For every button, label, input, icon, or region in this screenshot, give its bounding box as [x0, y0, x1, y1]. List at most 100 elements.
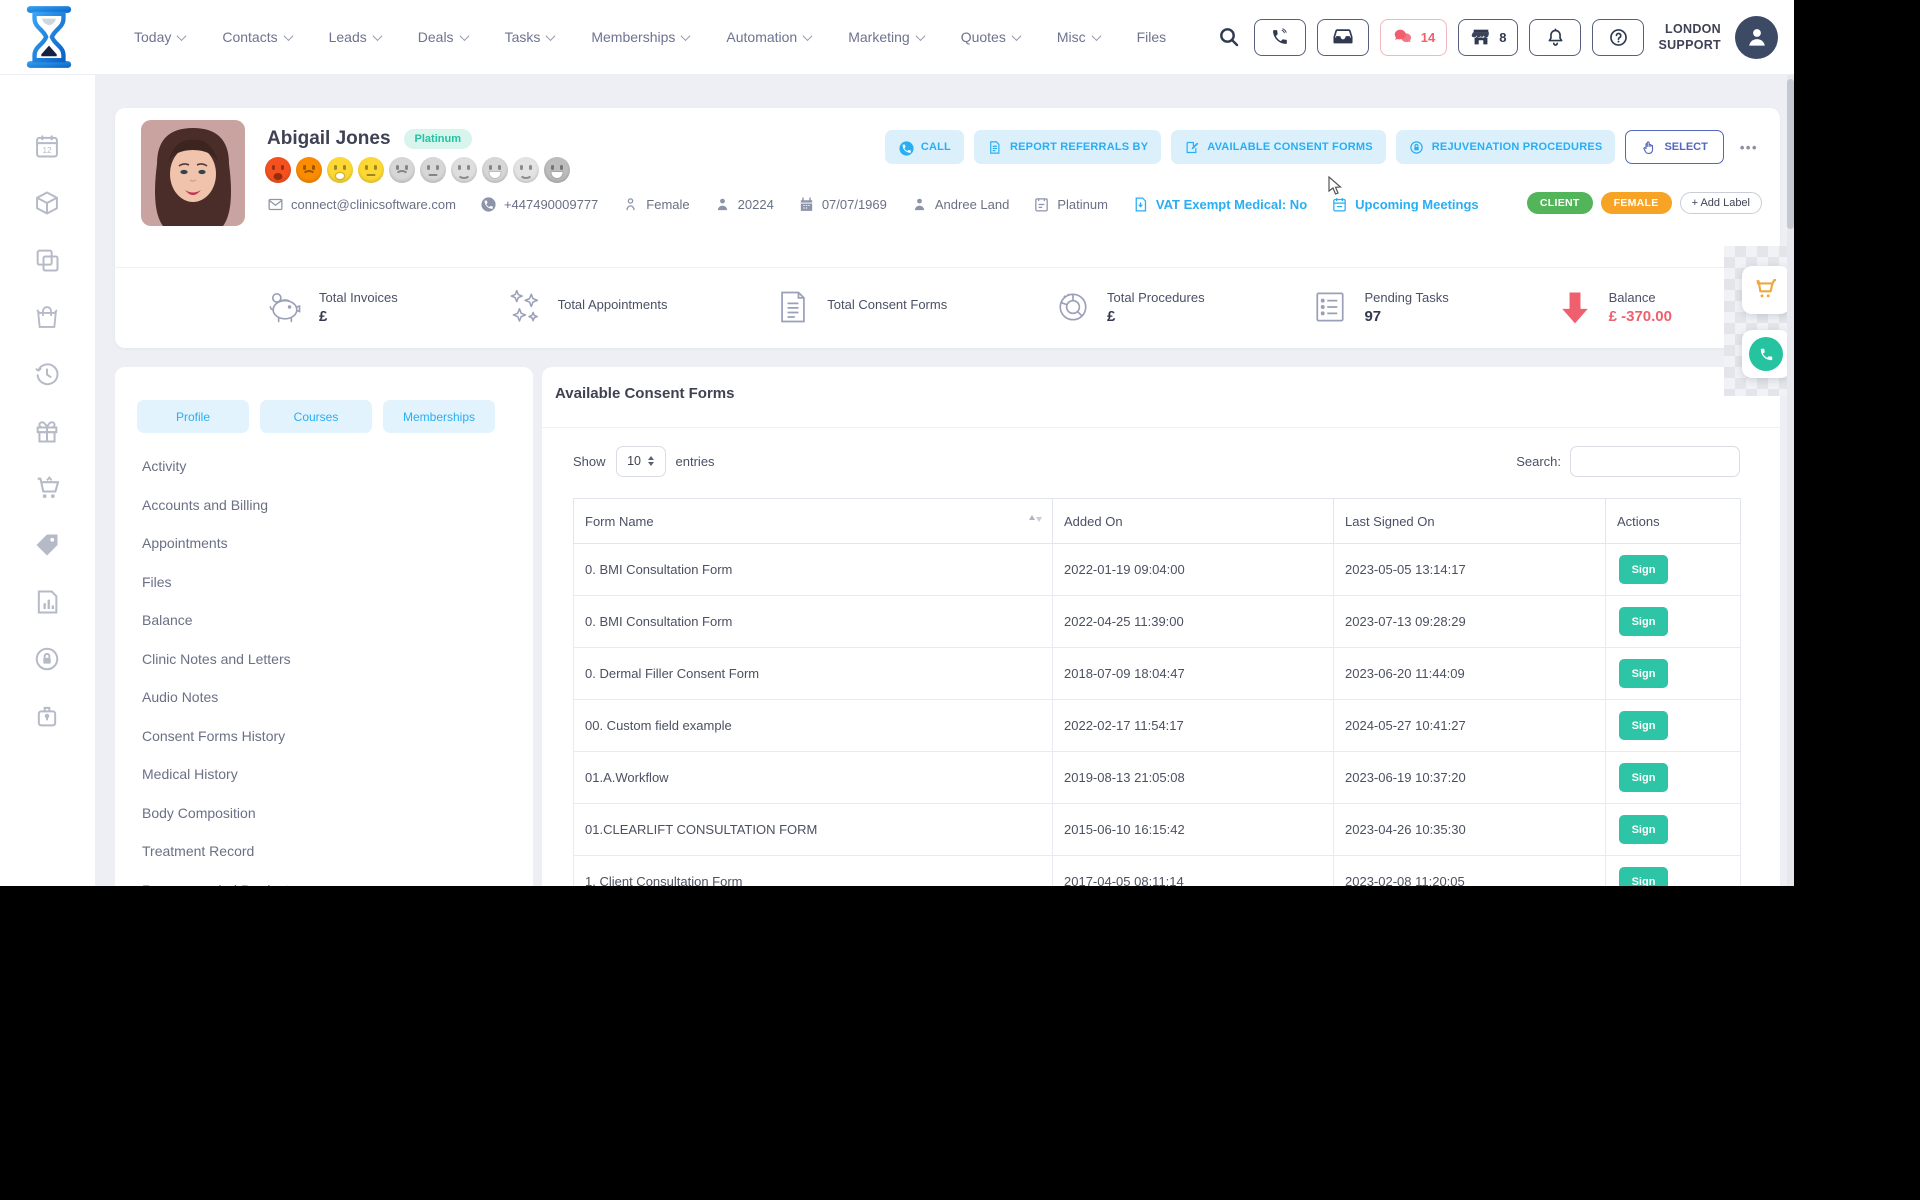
section-list-item[interactable]: Balance: [115, 601, 533, 640]
mood-face-icon[interactable]: [327, 157, 353, 183]
tab-memberships[interactable]: Memberships: [383, 400, 495, 433]
sign-button[interactable]: Sign: [1619, 867, 1668, 886]
mood-face-icon[interactable]: [296, 157, 322, 183]
vertical-scrollbar[interactable]: [1787, 75, 1794, 886]
sign-button[interactable]: Sign: [1619, 815, 1668, 844]
section-list-item[interactable]: Files: [115, 563, 533, 602]
upcoming-meetings-link[interactable]: Upcoming Meetings: [1331, 196, 1479, 213]
rejuvenation-procedures-button[interactable]: REJUVENATION PROCEDURES: [1396, 130, 1616, 164]
detail-icon: [622, 196, 639, 213]
page-size-select[interactable]: 10: [616, 446, 666, 477]
client-phone[interactable]: +447490009777: [480, 196, 598, 213]
calls-button[interactable]: [1254, 19, 1306, 56]
nav-deals[interactable]: Deals: [412, 28, 474, 46]
sign-button[interactable]: Sign: [1619, 763, 1668, 792]
section-list-item[interactable]: Treatment Record: [115, 832, 533, 871]
mood-face-icon[interactable]: [420, 157, 446, 183]
client-owner[interactable]: Andree Land: [911, 196, 1009, 213]
sign-button[interactable]: Sign: [1619, 659, 1668, 688]
nav-item-label: Deals: [418, 29, 454, 45]
nav-marketing[interactable]: Marketing: [842, 28, 929, 46]
client-membership[interactable]: Platinum: [1033, 196, 1108, 213]
client-gender[interactable]: Female: [622, 196, 689, 213]
call-button[interactable]: CALL: [885, 130, 964, 164]
add-label-button[interactable]: + Add Label: [1680, 192, 1762, 214]
cart-widget-button[interactable]: [1742, 266, 1790, 314]
user-avatar[interactable]: [1735, 16, 1778, 59]
section-list-item[interactable]: Body Composition: [115, 794, 533, 833]
account-location-label[interactable]: LONDON SUPPORT: [1658, 21, 1721, 54]
sign-button[interactable]: Sign: [1619, 607, 1668, 636]
voicemail-button[interactable]: [1317, 19, 1369, 56]
section-list-item[interactable]: Recommended Products: [115, 871, 533, 887]
search-icon[interactable]: [1217, 24, 1243, 50]
sidebar-cart-icon[interactable]: [33, 473, 63, 503]
mood-face-icon[interactable]: [482, 157, 508, 183]
sidebar-report-icon[interactable]: [33, 587, 63, 617]
notifications-button[interactable]: [1529, 19, 1581, 56]
nav-contacts[interactable]: Contacts: [216, 28, 297, 46]
mood-face-icon[interactable]: [544, 157, 570, 183]
mood-face-icon[interactable]: [513, 157, 539, 183]
stat-label: Total Appointments: [558, 297, 668, 312]
tab-courses[interactable]: Courses: [260, 400, 372, 433]
client-photo[interactable]: [141, 120, 245, 226]
chevron-down-icon: [803, 31, 813, 41]
column-form-name[interactable]: Form Name: [574, 499, 1053, 544]
more-options-button[interactable]: •••: [1734, 139, 1764, 156]
nav-automation[interactable]: Automation: [720, 28, 817, 46]
column-added-on[interactable]: Added On: [1053, 499, 1334, 544]
detail-text: 07/07/1969: [822, 197, 887, 212]
nav-quotes[interactable]: Quotes: [955, 28, 1026, 46]
scrollbar-thumb[interactable]: [1787, 79, 1794, 229]
sign-button[interactable]: Sign: [1619, 711, 1668, 740]
last-signed-on-cell: 2023-02-08 11:20:05: [1334, 856, 1606, 887]
client-label-badge: CLIENT: [1527, 192, 1593, 214]
section-list-item[interactable]: Accounts and Billing: [115, 486, 533, 525]
mood-face-icon[interactable]: [265, 157, 291, 183]
section-list-item[interactable]: Activity: [115, 447, 533, 486]
sidebar-history-icon[interactable]: [33, 359, 63, 389]
available-consent-forms-button[interactable]: AVAILABLE CONSENT FORMS: [1171, 130, 1386, 164]
nav-memberships[interactable]: Memberships: [585, 28, 695, 46]
chat-button[interactable]: 14: [1380, 19, 1447, 56]
section-list-item[interactable]: Audio Notes: [115, 678, 533, 717]
sidebar-user-lock-icon[interactable]: [33, 644, 63, 674]
client-dob[interactable]: 07/07/1969: [798, 196, 887, 213]
help-button[interactable]: [1592, 19, 1644, 56]
clinicsoftware-logo[interactable]: [22, 4, 76, 70]
sign-button[interactable]: Sign: [1619, 555, 1668, 584]
sidebar-tag-icon[interactable]: [33, 530, 63, 560]
tab-profile[interactable]: Profile: [137, 400, 249, 433]
sidebar-calendar-icon[interactable]: 12: [33, 131, 63, 161]
section-list-item[interactable]: Consent Forms History: [115, 717, 533, 756]
client-email[interactable]: connect@clinicsoftware.com: [267, 196, 456, 213]
stat-total-invoices: Total Invoices £: [265, 287, 398, 327]
vat-exempt-link[interactable]: VAT Exempt Medical: No: [1132, 196, 1307, 213]
mood-face-icon[interactable]: [358, 157, 384, 183]
detail-text: Upcoming Meetings: [1355, 197, 1479, 212]
nav-files[interactable]: Files: [1131, 28, 1173, 46]
mood-face-icon[interactable]: [451, 157, 477, 183]
client-id[interactable]: 20224: [714, 196, 774, 213]
nav-leads[interactable]: Leads: [323, 28, 387, 46]
nav-tasks[interactable]: Tasks: [499, 28, 561, 46]
sidebar-gift-icon[interactable]: [33, 416, 63, 446]
section-list-item[interactable]: Medical History: [115, 755, 533, 794]
top-button-icon: [1608, 27, 1629, 48]
table-search-input[interactable]: [1570, 446, 1740, 477]
nav-misc[interactable]: Misc: [1051, 28, 1106, 46]
section-list-item[interactable]: Clinic Notes and Letters: [115, 640, 533, 679]
column-last-signed-on[interactable]: Last Signed On: [1334, 499, 1606, 544]
report-referrals-button[interactable]: REPORT REFERRALS BY: [974, 130, 1161, 164]
shop-button[interactable]: 8: [1458, 19, 1518, 56]
sidebar-copy-icon[interactable]: [33, 245, 63, 275]
sidebar-lock-icon[interactable]: [33, 701, 63, 731]
section-list-item[interactable]: Appointments: [115, 524, 533, 563]
call-widget-button[interactable]: [1742, 330, 1790, 378]
sidebar-package-icon[interactable]: [33, 188, 63, 218]
nav-today[interactable]: Today: [128, 28, 191, 46]
mood-face-icon[interactable]: [389, 157, 415, 183]
sidebar-shopping-bag-icon[interactable]: [33, 302, 63, 332]
select-button[interactable]: SELECT: [1625, 130, 1723, 164]
